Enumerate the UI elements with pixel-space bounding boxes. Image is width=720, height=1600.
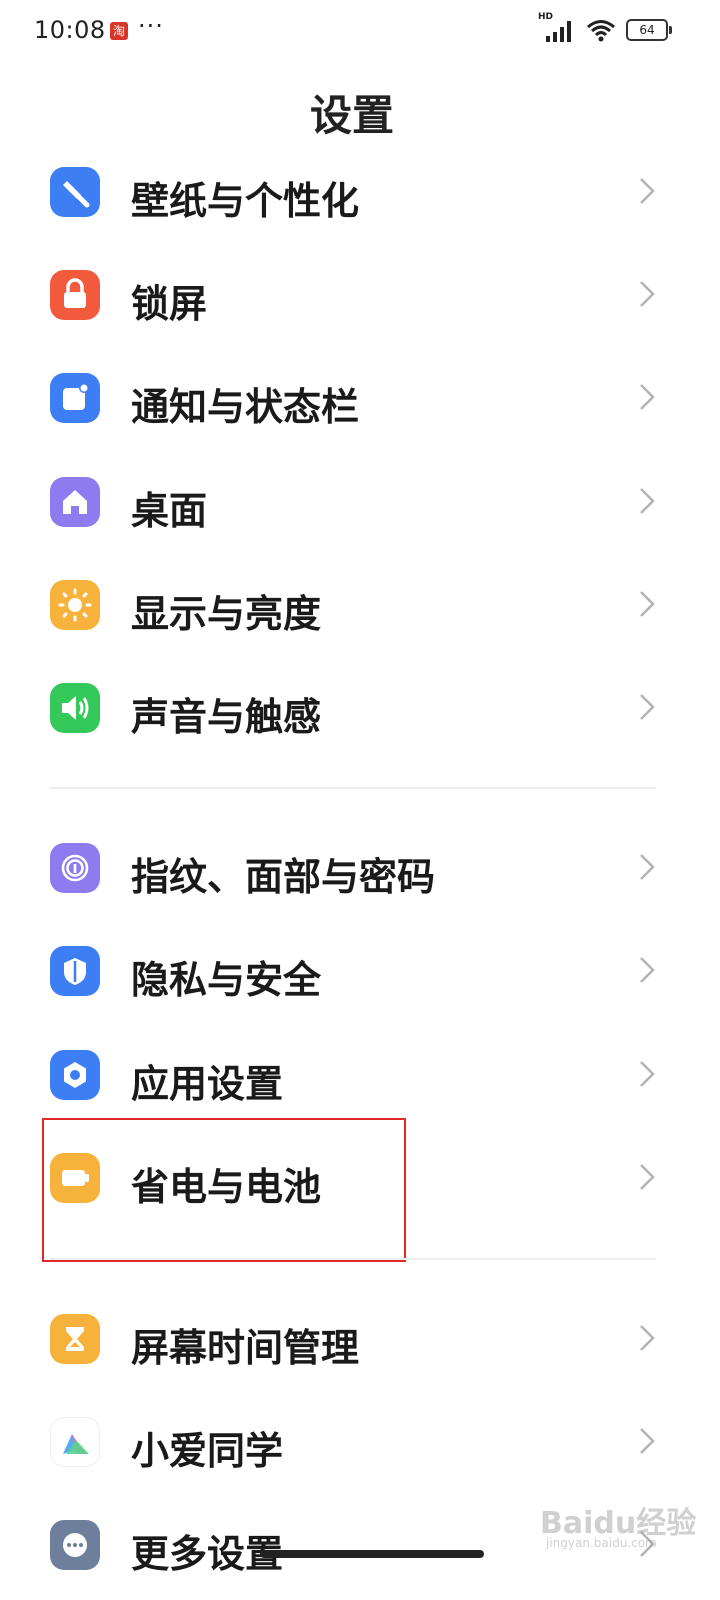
xiaoai-assistant-icon bbox=[50, 1417, 100, 1467]
annotation-highlight-box bbox=[42, 1118, 406, 1262]
hd-badge: HD bbox=[538, 12, 554, 22]
chevron-right-icon bbox=[636, 1162, 658, 1192]
page-title: 设置 bbox=[309, 91, 394, 140]
shield-icon bbox=[50, 946, 100, 996]
item-label: 声音与触感 bbox=[131, 695, 322, 739]
chevron-right-icon bbox=[636, 589, 658, 619]
palette-brush-icon bbox=[50, 167, 100, 217]
settings-item-notifications[interactable]: 通知与状态栏 bbox=[0, 350, 704, 446]
chevron-right-icon bbox=[636, 955, 658, 985]
section-divider bbox=[50, 1258, 656, 1260]
notification-icon bbox=[50, 373, 100, 423]
chevron-right-icon bbox=[636, 382, 658, 412]
fingerprint-icon bbox=[50, 843, 100, 893]
item-label: 小爱同学 bbox=[131, 1429, 284, 1473]
home-icon bbox=[50, 477, 100, 527]
chevron-right-icon bbox=[636, 279, 658, 309]
cellular-signal-icon: HD bbox=[538, 12, 576, 42]
settings-item-desktop[interactable]: 桌面 bbox=[0, 454, 704, 550]
chevron-right-icon bbox=[636, 486, 658, 516]
settings-item-privacy[interactable]: 隐私与安全 bbox=[0, 923, 704, 1019]
settings-item-apps[interactable]: 应用设置 bbox=[0, 1027, 704, 1123]
item-label: 壁纸与个性化 bbox=[131, 179, 360, 223]
chevron-right-icon bbox=[636, 176, 658, 206]
hourglass-icon bbox=[50, 1314, 100, 1364]
item-label: 指纹、面部与密码 bbox=[131, 855, 436, 899]
status-time: 10:08 bbox=[34, 16, 106, 44]
settings-item-fingerprint[interactable]: 指纹、面部与密码 bbox=[0, 820, 704, 916]
taobao-notification-icon: 淘 bbox=[110, 22, 128, 40]
battery-indicator: 64 bbox=[626, 19, 672, 41]
chevron-right-icon bbox=[636, 692, 658, 722]
settings-item-screen-time[interactable]: 屏幕时间管理 bbox=[0, 1291, 704, 1387]
wifi-icon bbox=[587, 20, 615, 42]
home-indicator[interactable] bbox=[260, 1550, 484, 1558]
speaker-icon bbox=[50, 683, 100, 733]
settings-item-wallpaper[interactable]: 壁纸与个性化 bbox=[0, 144, 704, 240]
settings-item-sound[interactable]: 声音与触感 bbox=[0, 660, 704, 756]
item-label: 桌面 bbox=[131, 489, 208, 533]
section-divider bbox=[50, 787, 656, 789]
settings-item-display[interactable]: 显示与亮度 bbox=[0, 557, 704, 653]
item-label: 通知与状态栏 bbox=[131, 385, 360, 429]
lock-icon bbox=[50, 270, 100, 320]
item-label: 应用设置 bbox=[131, 1062, 284, 1106]
chevron-right-icon bbox=[636, 1426, 658, 1456]
sun-icon bbox=[50, 580, 100, 630]
baidu-watermark-url: jingyan.baidu.com bbox=[546, 1536, 657, 1550]
chevron-right-icon bbox=[636, 1323, 658, 1353]
item-label: 锁屏 bbox=[131, 282, 208, 326]
chevron-right-icon bbox=[636, 852, 658, 882]
status-bar: 10:08 淘 ··· HD 64 bbox=[0, 0, 720, 64]
hexagon-settings-icon bbox=[50, 1050, 100, 1100]
item-label: 隐私与安全 bbox=[131, 958, 322, 1002]
more-icon bbox=[50, 1520, 100, 1570]
chevron-right-icon bbox=[636, 1059, 658, 1089]
more-notifications-icon: ··· bbox=[138, 12, 164, 40]
item-label: 屏幕时间管理 bbox=[131, 1326, 360, 1370]
item-label: 显示与亮度 bbox=[131, 592, 322, 636]
settings-item-lockscreen[interactable]: 锁屏 bbox=[0, 247, 704, 343]
settings-item-xiaoai[interactable]: 小爱同学 bbox=[0, 1394, 704, 1490]
